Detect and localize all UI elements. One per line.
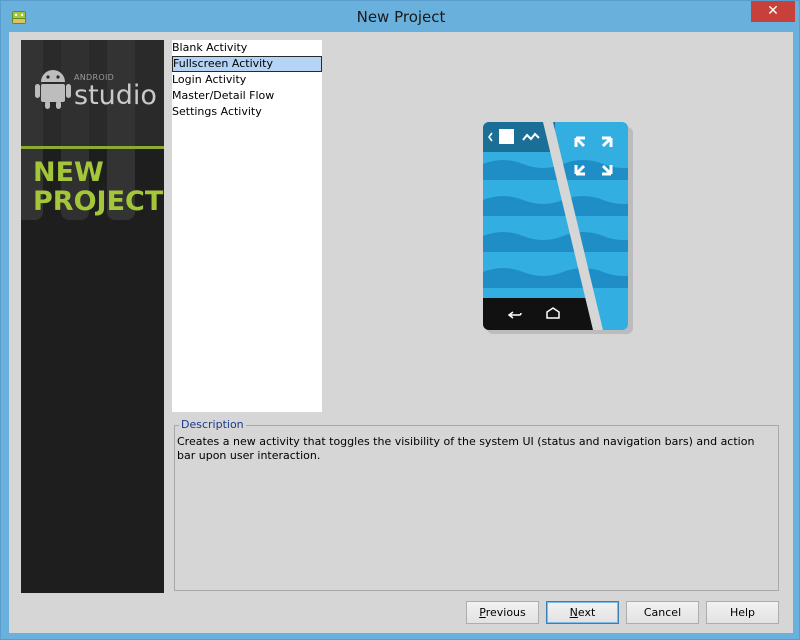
- sidebar-heading-line2: PROJECT: [33, 186, 164, 217]
- new-project-window: New Project ✕ ANDROID studio NEW PROJECT…: [0, 0, 800, 640]
- next-mnemonic: N: [569, 606, 578, 619]
- sidebar-divider: [21, 146, 164, 149]
- description-text: Creates a new activity that toggles the …: [177, 435, 755, 462]
- list-item-login-activity[interactable]: Login Activity: [172, 72, 322, 88]
- list-item-fullscreen-activity[interactable]: Fullscreen Activity: [172, 56, 322, 72]
- list-item-blank-activity[interactable]: Blank Activity: [172, 40, 322, 56]
- sidebar-heading-line1: NEW: [33, 157, 104, 188]
- previous-label: revious: [485, 606, 526, 619]
- next-label: ext: [577, 606, 596, 619]
- close-icon: ✕: [767, 3, 779, 19]
- cancel-button[interactable]: Cancel: [626, 601, 699, 624]
- brand-studio-text: studio: [74, 80, 157, 111]
- sidebar-banner: ANDROID studio NEW PROJECT: [21, 40, 164, 593]
- window-title: New Project: [356, 8, 446, 26]
- android-robot-icon: [33, 64, 73, 110]
- dialog-content: ANDROID studio NEW PROJECT Blank Activit…: [9, 32, 793, 633]
- title-bar[interactable]: New Project ✕: [1, 1, 800, 33]
- description-legend: Description: [179, 418, 246, 431]
- list-item-settings-activity[interactable]: Settings Activity: [172, 104, 322, 120]
- next-button[interactable]: Next: [546, 601, 619, 624]
- sidebar-logo-area: ANDROID studio: [21, 40, 164, 220]
- sidebar-heading: NEW PROJECT: [33, 158, 163, 216]
- template-preview-image: [483, 122, 633, 334]
- list-item-master-detail-flow[interactable]: Master/Detail Flow: [172, 88, 322, 104]
- close-button[interactable]: ✕: [751, 1, 795, 22]
- previous-button[interactable]: Previous: [466, 601, 539, 624]
- help-button[interactable]: Help: [706, 601, 779, 624]
- activity-template-list[interactable]: Blank Activity Fullscreen Activity Login…: [172, 40, 322, 412]
